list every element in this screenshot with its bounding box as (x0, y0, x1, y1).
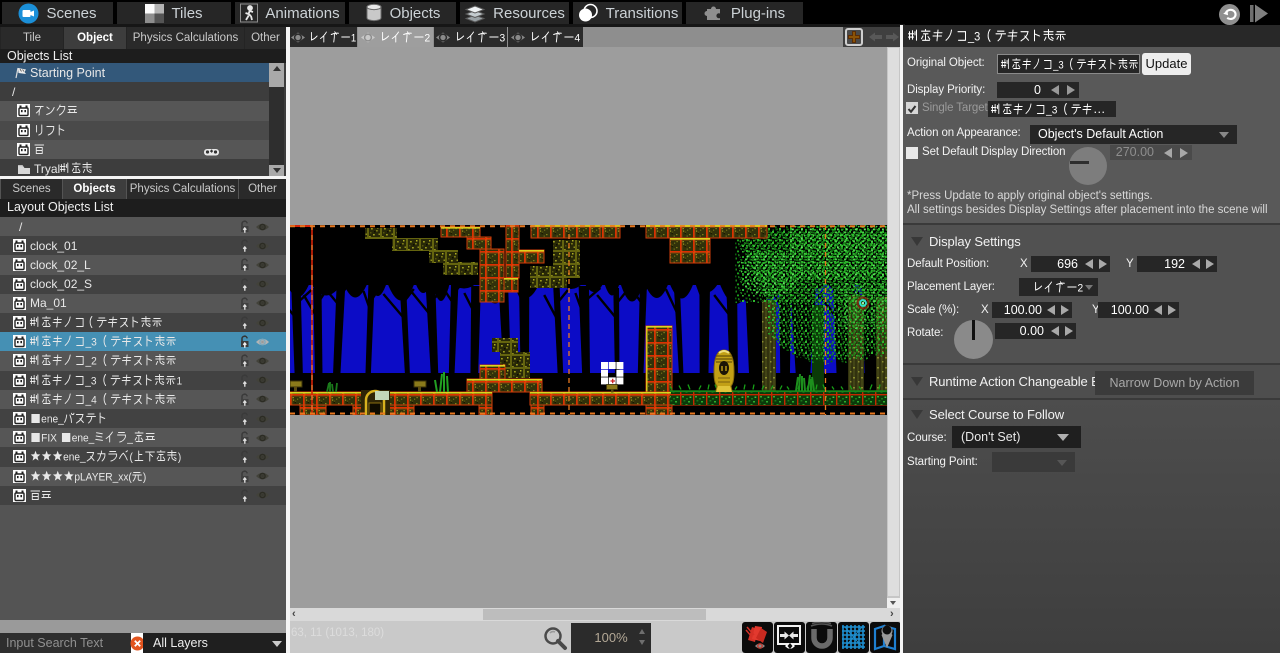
svg-text:_3: _3 (1045, 104, 1057, 116)
svg-text:3: 3 (500, 32, 506, 44)
svg-text:): ) (143, 471, 146, 483)
svg-text:_4: _4 (85, 394, 97, 406)
svg-text:ene_: ene_ (41, 413, 65, 425)
svg-text:1: 1 (351, 32, 357, 43)
svg-text:2: 2 (425, 32, 431, 44)
svg-text:(: ( (129, 452, 133, 464)
svg-text:4: 4 (575, 32, 581, 44)
svg-text:): ) (178, 452, 181, 464)
svg-text:2: 2 (1078, 282, 1084, 294)
svg-text:_3: _3 (85, 336, 97, 348)
svg-text:_3: _3 (84, 375, 96, 387)
svg-text:_2: _2 (85, 356, 97, 368)
svg-text:1: 1 (177, 375, 183, 387)
svg-text:_3: _3 (967, 31, 980, 43)
svg-text:_3: _3 (1052, 59, 1064, 70)
svg-text:ene_: ene_ (63, 452, 86, 464)
svg-text:ene_: ene_ (72, 432, 96, 444)
svg-text:pLAYER_xx(: pLAYER_xx( (74, 471, 132, 483)
svg-text:FIX: FIX (41, 432, 57, 444)
svg-text:_: _ (126, 432, 134, 444)
